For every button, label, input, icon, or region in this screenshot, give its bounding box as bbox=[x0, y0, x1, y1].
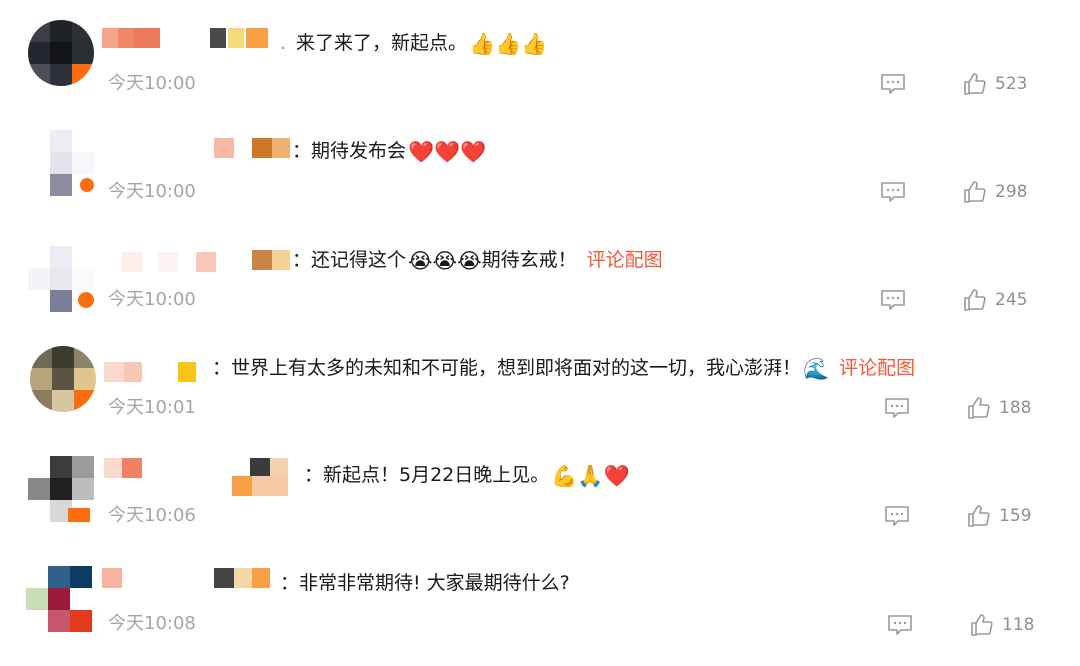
like-count: 523 bbox=[995, 74, 1028, 94]
comment-icon bbox=[881, 74, 905, 94]
comment-item: ：期待发布会❤️❤️❤️ 今天10:00 298 bbox=[0, 108, 1080, 216]
timestamp: 今天10:01 bbox=[108, 397, 196, 418]
user-badge-masked bbox=[214, 568, 274, 590]
timestamp: 今天10:00 bbox=[108, 289, 196, 310]
thumbs-up-icon bbox=[964, 181, 986, 203]
avatar[interactable] bbox=[28, 456, 94, 522]
comment-text: ：期待发布会❤️❤️❤️ bbox=[292, 140, 487, 164]
comment-text: ：非常非常期待! 大家最期待什么? bbox=[280, 572, 570, 594]
reaction-emoji: 💪🙏❤️ bbox=[551, 464, 630, 488]
username-masked[interactable] bbox=[104, 458, 144, 480]
comment-text: . 来了来了，新起点。👍👍👍 bbox=[280, 32, 548, 56]
like-button[interactable]: 159 bbox=[967, 504, 1037, 530]
comment-icon bbox=[885, 398, 909, 418]
thumbs-up-icon bbox=[971, 614, 993, 636]
user-badge-masked bbox=[252, 138, 292, 160]
comment-item: ：还记得这个😭😭😭期待玄戒！ 评论配图 今天10:00 245 bbox=[0, 216, 1080, 324]
like-count: 298 bbox=[995, 182, 1028, 202]
reply-button[interactable] bbox=[884, 397, 910, 418]
comment-item: . 来了来了，新起点。👍👍👍 今天10:00 523 bbox=[0, 0, 1080, 108]
comment-item: ：新起点！5月22日晚上见。💪🙏❤️ 今天10:06 159 bbox=[0, 432, 1080, 540]
username-masked[interactable] bbox=[110, 252, 220, 274]
avatar[interactable] bbox=[30, 346, 96, 412]
comment-icon bbox=[881, 182, 905, 202]
crying-emoji: 😭😭😭 bbox=[408, 249, 482, 273]
like-button[interactable]: 298 bbox=[963, 180, 1033, 206]
like-count: 188 bbox=[999, 398, 1032, 418]
thumbs-up-icon bbox=[964, 289, 986, 311]
avatar[interactable] bbox=[28, 246, 94, 312]
reply-button[interactable] bbox=[884, 505, 910, 526]
like-count: 159 bbox=[999, 506, 1032, 526]
comment-text: ：新起点！5月22日晚上见。💪🙏❤️ bbox=[304, 464, 630, 488]
like-button[interactable]: 245 bbox=[963, 288, 1033, 314]
like-button[interactable]: 118 bbox=[970, 613, 1040, 639]
username-masked[interactable] bbox=[102, 28, 160, 50]
thumbs-up-icon bbox=[968, 505, 990, 527]
user-badge-masked bbox=[252, 250, 292, 272]
username-masked[interactable] bbox=[214, 138, 234, 160]
reply-button[interactable] bbox=[880, 181, 906, 202]
avatar[interactable] bbox=[28, 20, 94, 86]
reply-button[interactable] bbox=[880, 73, 906, 94]
comment-icon bbox=[881, 290, 905, 310]
like-count: 118 bbox=[1002, 615, 1035, 635]
like-count: 245 bbox=[995, 290, 1028, 310]
timestamp: 今天10:06 bbox=[108, 505, 196, 526]
comment-item: ：非常非常期待! 大家最期待什么? 今天10:08 118 bbox=[0, 540, 1080, 648]
username-masked[interactable] bbox=[102, 568, 122, 590]
thumbs-up-emoji: 👍👍👍 bbox=[469, 32, 548, 56]
comment-item: ：世界上有太多的未知和不可能，想到即将面对的这一切，我心澎湃！🌊 评论配图 今天1… bbox=[0, 324, 1080, 432]
user-badge-masked bbox=[232, 458, 296, 496]
heart-emoji: ❤️❤️❤️ bbox=[408, 140, 487, 164]
reply-button[interactable] bbox=[887, 614, 913, 635]
wave-emoji: 🌊 bbox=[803, 357, 830, 381]
comment-feed: . 来了来了，新起点。👍👍👍 今天10:00 523 ：期待发布会❤️❤️❤️ … bbox=[0, 0, 1080, 666]
username-masked[interactable] bbox=[104, 362, 144, 384]
thumbs-up-icon bbox=[968, 397, 990, 419]
like-button[interactable]: 188 bbox=[967, 396, 1037, 422]
like-button[interactable]: 523 bbox=[963, 72, 1033, 98]
comment-text: ：世界上有太多的未知和不可能，想到即将面对的这一切，我心澎湃！🌊 评论配图 bbox=[212, 357, 916, 381]
comment-icon bbox=[885, 506, 909, 526]
thumbs-up-icon bbox=[964, 73, 986, 95]
reply-button[interactable] bbox=[880, 289, 906, 310]
avatar[interactable] bbox=[28, 130, 94, 196]
comment-image-link[interactable]: 评论配图 bbox=[839, 357, 915, 379]
comment-image-link[interactable]: 评论配图 bbox=[587, 249, 663, 271]
timestamp: 今天10:00 bbox=[108, 181, 196, 202]
timestamp: 今天10:08 bbox=[108, 613, 196, 634]
user-badge-masked bbox=[178, 362, 198, 384]
avatar[interactable] bbox=[26, 566, 92, 632]
comment-icon bbox=[888, 615, 912, 635]
user-badge-masked bbox=[210, 28, 270, 50]
comment-text: ：还记得这个😭😭😭期待玄戒！ 评论配图 bbox=[292, 249, 663, 273]
timestamp: 今天10:00 bbox=[108, 73, 196, 94]
